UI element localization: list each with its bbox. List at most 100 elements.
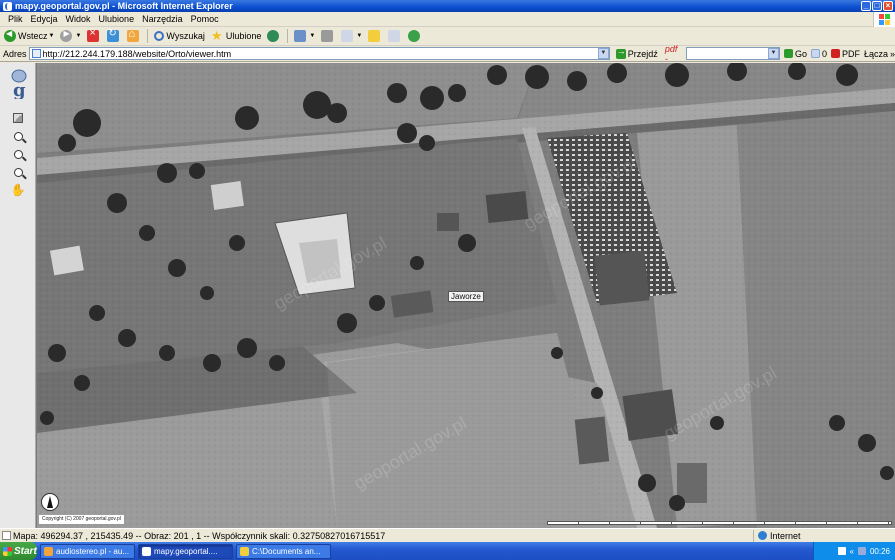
search-icon bbox=[154, 31, 165, 41]
firefox-icon bbox=[44, 546, 53, 556]
links-label: Łącza bbox=[863, 48, 888, 59]
windows-flag-icon bbox=[3, 546, 12, 556]
status-bar: Mapa: 496294.37 , 215435.49 -- Obraz: 20… bbox=[0, 528, 895, 542]
mail-button[interactable]: ▼ bbox=[292, 28, 317, 45]
edit-dropdown-icon: ▼ bbox=[356, 33, 363, 39]
research-icon bbox=[388, 30, 401, 42]
home-button[interactable] bbox=[125, 28, 143, 45]
go-arrow-icon bbox=[783, 49, 793, 58]
favorites-button[interactable]: ★ Ulubione bbox=[209, 28, 264, 45]
zoom-in-icon[interactable] bbox=[11, 129, 25, 143]
start-button[interactable]: Start bbox=[0, 542, 37, 560]
clock[interactable]: 00:26 bbox=[870, 547, 890, 556]
pdf-count[interactable]: 0 bbox=[810, 48, 827, 59]
tray-app-icon[interactable] bbox=[837, 547, 846, 555]
address-input[interactable] bbox=[42, 48, 598, 59]
svg-text:g: g bbox=[13, 80, 26, 99]
mail-icon bbox=[294, 30, 307, 42]
address-dropdown-icon[interactable]: ▼ bbox=[597, 48, 609, 59]
menu-item-ulubione[interactable]: Ulubione bbox=[95, 14, 139, 24]
search-label: Wyszukaj bbox=[166, 31, 205, 41]
stop-icon bbox=[87, 27, 100, 42]
links-overflow-icon: » bbox=[890, 48, 895, 59]
menu-bar: Plik Edycja Widok Ulubione Narzędzia Pom… bbox=[0, 12, 895, 27]
close-button[interactable]: × bbox=[883, 1, 893, 11]
menu-item-edycja[interactable]: Edycja bbox=[27, 14, 62, 24]
menu-item-widok[interactable]: Widok bbox=[62, 14, 95, 24]
back-button[interactable]: Wstecz ▼ bbox=[2, 28, 56, 45]
pdf-toolbar-label[interactable]: pdf - bbox=[665, 44, 683, 64]
window-title-bar[interactable]: mapy.geoportal.gov.pl - Microsoft Intern… bbox=[0, 0, 895, 12]
globe-icon bbox=[758, 531, 767, 540]
menu-item-pomoc[interactable]: Pomoc bbox=[187, 14, 223, 24]
pdf-button-label: PDF bbox=[841, 48, 860, 59]
map-copyright: Copyright (C) 2007 geoportal.gov.pl bbox=[39, 515, 124, 524]
links-button[interactable]: Łącza » bbox=[864, 49, 895, 59]
pdf-dropdown-icon[interactable]: ▼ bbox=[767, 48, 779, 59]
edit-button[interactable]: ▼ bbox=[339, 28, 364, 45]
place-label: Jaworze bbox=[448, 291, 484, 302]
page-icon bbox=[31, 49, 41, 58]
taskbar-item-geoportal[interactable]: mapy.geoportal.... bbox=[138, 543, 233, 559]
taskbar: Start audiostereo.pl - au... mapy.geopor… bbox=[0, 542, 895, 560]
history-icon bbox=[267, 30, 280, 42]
extent-icon[interactable] bbox=[11, 111, 25, 125]
browser-viewport: g ✋ geoportal.gov.pl geoportal.gov.pl ge… bbox=[0, 63, 895, 528]
north-arrow-icon bbox=[41, 493, 59, 511]
pdf-icon bbox=[830, 49, 840, 58]
address-label: Adres bbox=[3, 48, 27, 59]
zoom-out-icon[interactable] bbox=[11, 147, 25, 161]
taskbar-item-documents[interactable]: C:\Documents an... bbox=[236, 543, 331, 559]
pdf-button[interactable]: PDF bbox=[830, 48, 860, 59]
mail-dropdown-icon: ▼ bbox=[309, 33, 316, 39]
history-button[interactable] bbox=[265, 28, 283, 45]
system-tray: « 00:26 bbox=[813, 542, 895, 560]
pdf-go-label: Go bbox=[794, 48, 807, 59]
forward-dropdown-icon[interactable]: ▼ bbox=[75, 33, 81, 39]
minimize-button[interactable]: _ bbox=[861, 1, 871, 11]
folder-icon bbox=[240, 546, 249, 556]
refresh-button[interactable] bbox=[105, 28, 123, 45]
window-title: mapy.geoportal.gov.pl - Microsoft Intern… bbox=[15, 1, 233, 11]
zone-label: Internet bbox=[770, 530, 801, 541]
pdf-search-input[interactable]: ▼ bbox=[685, 47, 780, 60]
stop-button[interactable] bbox=[85, 27, 103, 45]
go-arrow-icon bbox=[615, 46, 626, 59]
search-button[interactable]: Wyszukaj bbox=[152, 28, 206, 45]
ie-icon bbox=[3, 1, 12, 11]
messenger-button[interactable] bbox=[406, 28, 424, 45]
maximize-button[interactable]: □ bbox=[872, 1, 882, 11]
orthophoto-map[interactable]: geoportal.gov.pl geoportal.gov.pl geopor… bbox=[37, 63, 895, 528]
go-label: Przejdź bbox=[627, 48, 658, 59]
go-button[interactable]: Przejdź bbox=[615, 46, 658, 59]
tray-expand-icon[interactable]: « bbox=[850, 547, 854, 556]
map-tool-panel: g ✋ bbox=[0, 63, 36, 528]
forward-button[interactable]: ▼ bbox=[58, 28, 83, 45]
document-icon bbox=[810, 49, 820, 58]
network-icon[interactable] bbox=[857, 547, 866, 555]
zoom-window-icon[interactable] bbox=[11, 165, 25, 179]
start-label: Start bbox=[14, 545, 37, 557]
home-icon bbox=[127, 28, 140, 42]
pan-hand-icon[interactable]: ✋ bbox=[11, 183, 26, 197]
messenger-icon bbox=[408, 30, 421, 42]
menu-item-plik[interactable]: Plik bbox=[4, 14, 27, 24]
print-button[interactable] bbox=[319, 28, 337, 45]
star-icon: ★ bbox=[210, 28, 223, 43]
folder-button[interactable] bbox=[366, 28, 384, 45]
geoportal-logo-icon: g bbox=[11, 69, 27, 99]
security-zone[interactable]: Internet bbox=[753, 529, 801, 542]
pdf-go-button[interactable]: Go bbox=[783, 48, 807, 59]
back-dropdown-icon[interactable]: ▼ bbox=[49, 33, 55, 39]
menu-item-narzedzia[interactable]: Narzędzia bbox=[138, 14, 187, 24]
pdf-count-value: 0 bbox=[821, 48, 827, 59]
back-arrow-icon bbox=[4, 29, 16, 42]
research-button[interactable] bbox=[386, 28, 404, 45]
edit-icon bbox=[341, 30, 354, 42]
task-label: mapy.geoportal.... bbox=[154, 546, 218, 556]
scale-bar bbox=[547, 521, 892, 525]
window-controls: _ □ × bbox=[861, 1, 893, 11]
address-field-box: ▼ bbox=[28, 47, 610, 60]
taskbar-item-audiostereo[interactable]: audiostereo.pl - au... bbox=[40, 543, 135, 559]
task-label: C:\Documents an... bbox=[252, 546, 321, 556]
